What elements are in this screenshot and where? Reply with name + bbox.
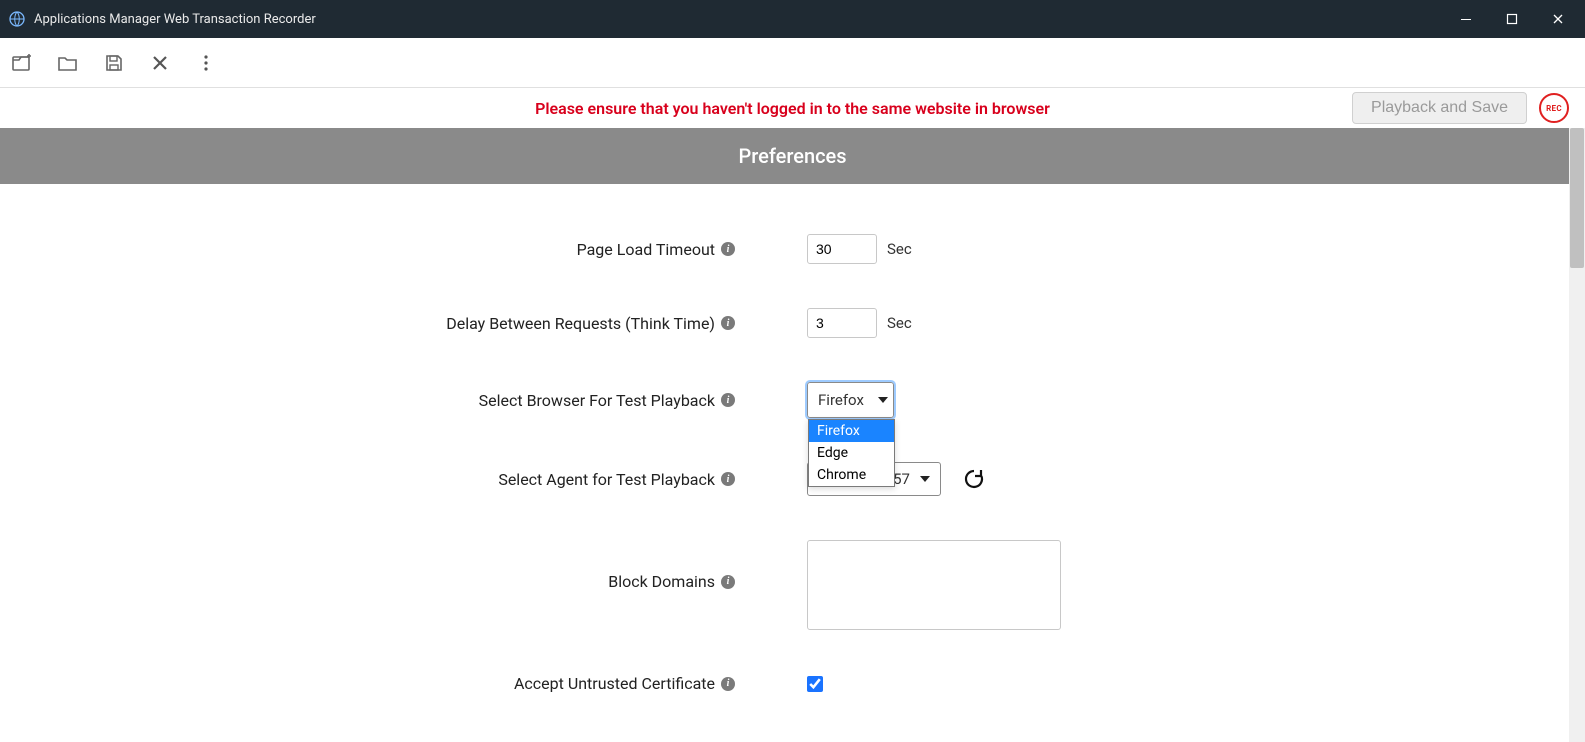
row-browser-select: Select Browser For Test Playback i Firef…: [0, 382, 1585, 418]
browser-option-edge[interactable]: Edge: [809, 442, 894, 464]
accept-untrusted-checkbox[interactable]: [807, 676, 823, 692]
record-button-label: REC: [1546, 104, 1562, 113]
refresh-agents-button[interactable]: [963, 468, 985, 490]
scrollbar-track[interactable]: [1569, 128, 1585, 742]
playback-and-save-button[interactable]: Playback and Save: [1352, 92, 1527, 124]
row-page-load-timeout: Page Load Timeout i Sec: [0, 234, 1585, 264]
row-think-time: Delay Between Requests (Think Time) i Se…: [0, 308, 1585, 338]
think-time-input[interactable]: [807, 308, 877, 338]
browser-option-chrome[interactable]: Chrome: [809, 464, 894, 486]
chevron-down-icon: [920, 476, 930, 482]
browser-select[interactable]: Firefox Firefox Edge Chrome: [807, 382, 894, 418]
info-icon[interactable]: i: [721, 316, 735, 330]
info-icon[interactable]: i: [721, 242, 735, 256]
close-window-button[interactable]: [1535, 0, 1581, 38]
preferences-header: Preferences: [0, 128, 1585, 184]
login-warning-text: Please ensure that you haven't logged in…: [0, 99, 1585, 118]
new-file-button[interactable]: [8, 49, 36, 77]
preferences-form: Page Load Timeout i Sec Delay Between Re…: [0, 184, 1585, 693]
label-agent-select: Select Agent for Test Playback: [498, 470, 715, 489]
browser-select-value: Firefox: [818, 391, 864, 409]
label-page-load-timeout: Page Load Timeout: [577, 240, 715, 259]
unit-sec: Sec: [887, 314, 912, 332]
scrollbar-thumb[interactable]: [1570, 128, 1584, 268]
unit-sec: Sec: [887, 240, 912, 258]
window-controls: [1443, 0, 1581, 38]
chevron-down-icon: [878, 397, 888, 403]
browser-option-firefox[interactable]: Firefox: [809, 420, 894, 442]
info-icon[interactable]: i: [721, 393, 735, 407]
row-block-domains: Block Domains i: [0, 540, 1585, 630]
action-row: Please ensure that you haven't logged in…: [0, 88, 1585, 128]
page-load-timeout-input[interactable]: [807, 234, 877, 264]
label-browser-select: Select Browser For Test Playback: [479, 391, 715, 410]
info-icon[interactable]: i: [721, 472, 735, 486]
agent-select-value: 57: [893, 470, 910, 488]
block-domains-textarea[interactable]: [807, 540, 1061, 630]
open-folder-button[interactable]: [54, 49, 82, 77]
save-button[interactable]: [100, 49, 128, 77]
row-accept-untrusted: Accept Untrusted Certificate i: [0, 674, 1585, 693]
label-block-domains: Block Domains: [608, 572, 715, 591]
toolbar: [0, 38, 1585, 88]
maximize-button[interactable]: [1489, 0, 1535, 38]
label-accept-untrusted: Accept Untrusted Certificate: [514, 674, 715, 693]
info-icon[interactable]: i: [721, 575, 735, 589]
browser-dropdown: Firefox Edge Chrome: [808, 419, 895, 487]
preferences-title: Preferences: [738, 144, 846, 168]
record-button[interactable]: REC: [1539, 93, 1569, 123]
row-agent-select: Select Agent for Test Playback i 57: [0, 462, 1585, 496]
label-think-time: Delay Between Requests (Think Time): [446, 314, 715, 333]
close-button[interactable]: [146, 49, 174, 77]
more-menu-button[interactable]: [192, 49, 220, 77]
titlebar: Applications Manager Web Transaction Rec…: [0, 0, 1585, 38]
info-icon[interactable]: i: [721, 677, 735, 691]
minimize-button[interactable]: [1443, 0, 1489, 38]
app-globe-icon: [8, 10, 26, 28]
window-title: Applications Manager Web Transaction Rec…: [34, 12, 316, 27]
